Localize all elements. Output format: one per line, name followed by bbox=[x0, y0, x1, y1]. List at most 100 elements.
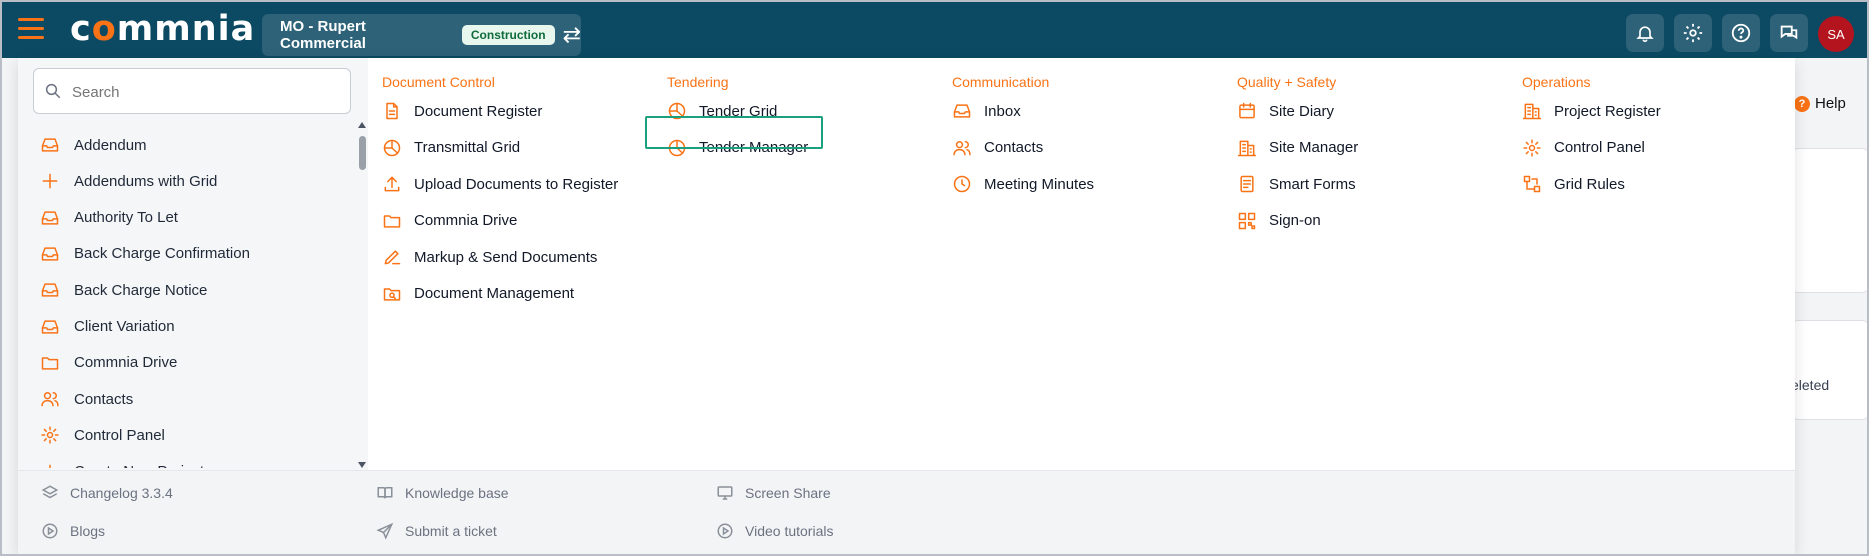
pie-chart-icon bbox=[382, 138, 402, 158]
calendar-icon bbox=[1237, 101, 1257, 121]
form-icon bbox=[1237, 174, 1257, 194]
menu-item-upload-documents-to-register[interactable]: Upload Documents to Register bbox=[382, 171, 618, 197]
sidebar-list[interactable]: Addendum Addendums with Grid Authority To … bbox=[18, 122, 354, 468]
scroll-thumb[interactable] bbox=[359, 136, 366, 170]
hamburger-menu-icon[interactable] bbox=[18, 18, 44, 40]
gear-icon bbox=[40, 425, 60, 445]
sidebar-item-label: Back Charge Notice bbox=[74, 281, 208, 299]
help-button[interactable] bbox=[1722, 14, 1760, 52]
changelog-link[interactable]: Changelog 3.3.4 bbox=[40, 483, 173, 503]
search-input[interactable] bbox=[72, 79, 332, 105]
screen-share-label: Screen Share bbox=[745, 485, 831, 501]
video-tutorials-link[interactable]: Video tutorials bbox=[715, 521, 833, 541]
chat-button[interactable] bbox=[1770, 14, 1808, 52]
search-box[interactable] bbox=[33, 68, 351, 114]
menu-item-contacts[interactable]: Contacts bbox=[952, 135, 1043, 161]
menu-item-label: Upload Documents to Register bbox=[414, 175, 619, 193]
sidebar-item-addendum[interactable]: Addendum bbox=[40, 132, 147, 158]
menu-item-label: Transmittal Grid bbox=[414, 139, 521, 156]
scroll-up-icon[interactable] bbox=[358, 122, 366, 128]
plus-icon bbox=[40, 171, 60, 191]
notifications-button[interactable] bbox=[1626, 14, 1664, 52]
sidebar-item-back-charge-confirmation[interactable]: Back Charge Confirmation bbox=[40, 241, 250, 267]
building-icon bbox=[1237, 138, 1257, 158]
sidebar-item-control-panel[interactable]: Control Panel bbox=[40, 422, 165, 448]
sidebar-item-client-variation[interactable]: Client Variation bbox=[40, 314, 175, 340]
menu-item-commnia-drive[interactable]: Commnia Drive bbox=[382, 208, 517, 234]
help-label: Help bbox=[1815, 95, 1846, 112]
pen-icon bbox=[382, 247, 402, 267]
inbox-icon bbox=[40, 317, 60, 337]
building-icon bbox=[1522, 101, 1542, 121]
sidebar-item-back-charge-notice[interactable]: Back Charge Notice bbox=[40, 277, 207, 303]
sidebar-item-label: Client Variation bbox=[74, 318, 175, 335]
menu-item-label: Control Panel bbox=[1554, 139, 1645, 156]
plus-icon bbox=[40, 462, 60, 468]
sidebar-item-label: Addendum bbox=[74, 136, 147, 154]
menu-item-smart-forms[interactable]: Smart Forms bbox=[1237, 171, 1356, 197]
logo-text-rest: mmnia bbox=[116, 9, 256, 49]
sidebar-item-authority-to-let[interactable]: Authority To Let bbox=[40, 205, 178, 231]
menu-item-tender-grid[interactable]: Tender Grid bbox=[667, 98, 777, 124]
search-icon bbox=[45, 83, 61, 99]
pie-chart-icon bbox=[667, 101, 687, 121]
help-icon: ? bbox=[1794, 95, 1810, 112]
menu-item-project-register[interactable]: Project Register bbox=[1522, 98, 1661, 124]
chat-icon bbox=[1780, 25, 1798, 40]
inbox-icon bbox=[40, 244, 60, 264]
send-icon bbox=[375, 521, 395, 541]
qr-code-icon bbox=[1237, 211, 1257, 231]
menu-item-site-diary[interactable]: Site Diary bbox=[1237, 98, 1334, 124]
sidebar-item-contacts[interactable]: Contacts bbox=[40, 386, 133, 412]
knowledge-base-link[interactable]: Knowledge base bbox=[375, 483, 509, 503]
logo-text: c bbox=[70, 9, 92, 49]
sidebar-item-label: Create New Project bbox=[74, 463, 204, 468]
menu-item-label: Document Register bbox=[414, 102, 543, 120]
submit-ticket-label: Submit a ticket bbox=[405, 523, 497, 539]
menu-item-meeting-minutes[interactable]: Meeting Minutes bbox=[952, 171, 1094, 197]
menu-item-sign-on[interactable]: Sign-on bbox=[1237, 208, 1321, 234]
menu-item-label: Grid Rules bbox=[1554, 175, 1625, 193]
project-selector[interactable]: MO - Rupert Commercial Construction ⇄ bbox=[262, 14, 581, 56]
menu-item-control-panel[interactable]: Control Panel bbox=[1522, 135, 1645, 161]
menu-item-inbox[interactable]: Inbox bbox=[952, 98, 1021, 124]
column-title: Communication bbox=[952, 74, 1050, 90]
menu-item-tender-manager[interactable]: Tender Manager bbox=[667, 135, 808, 161]
question-icon bbox=[1731, 23, 1751, 43]
sidebar-item-label: Addendums with Grid bbox=[74, 172, 218, 190]
menu-item-markup-send-documents[interactable]: Markup & Send Documents bbox=[382, 244, 597, 270]
sidebar-item-commnia-drive[interactable]: Commnia Drive bbox=[40, 350, 177, 376]
inbox-icon bbox=[40, 135, 60, 155]
menu-item-label: Markup & Send Documents bbox=[414, 248, 598, 266]
menu-item-transmittal-grid[interactable]: Transmittal Grid bbox=[382, 135, 520, 161]
menu-item-grid-rules[interactable]: Grid Rules bbox=[1522, 171, 1625, 197]
play-circle-icon bbox=[715, 521, 735, 541]
sidebar-item-label: Commnia Drive bbox=[74, 354, 178, 372]
sidebar-item-addendums-with-grid[interactable]: Addendums with Grid bbox=[40, 168, 217, 194]
sidebar-scrollbar[interactable] bbox=[356, 120, 368, 470]
flow-icon bbox=[1522, 174, 1542, 194]
user-avatar[interactable]: SA bbox=[1818, 16, 1854, 52]
scroll-down-icon[interactable] bbox=[358, 462, 366, 468]
sidebar-item-label: Control Panel bbox=[74, 426, 165, 444]
help-link[interactable]: ? Help bbox=[1794, 95, 1846, 112]
menu-item-label: Project Register bbox=[1554, 102, 1661, 120]
sidebar-item-create-new-project[interactable]: Create New Project bbox=[40, 459, 204, 468]
menu-item-site-manager[interactable]: Site Manager bbox=[1237, 135, 1358, 161]
screen-share-link[interactable]: Screen Share bbox=[715, 483, 831, 503]
blogs-link[interactable]: Blogs bbox=[40, 521, 105, 541]
menu-item-document-management[interactable]: Document Management bbox=[382, 281, 574, 307]
commnia-logo[interactable]: commnia bbox=[70, 10, 255, 48]
gear-icon bbox=[1522, 138, 1542, 158]
users-icon bbox=[952, 138, 972, 158]
project-type-badge: Construction bbox=[461, 25, 555, 45]
submit-ticket-link[interactable]: Submit a ticket bbox=[375, 521, 497, 541]
top-header: commnia MO - Rupert Commercial Construct… bbox=[0, 0, 1869, 58]
menu-item-label: Tender Manager bbox=[699, 139, 809, 156]
column-title: Tendering bbox=[667, 74, 729, 90]
menu-item-document-register[interactable]: Document Register bbox=[382, 98, 542, 124]
menu-item-label: Contacts bbox=[984, 139, 1044, 156]
menu-item-label: Commnia Drive bbox=[414, 212, 518, 229]
settings-button[interactable] bbox=[1674, 14, 1712, 52]
swap-arrows-icon: ⇄ bbox=[562, 22, 581, 47]
